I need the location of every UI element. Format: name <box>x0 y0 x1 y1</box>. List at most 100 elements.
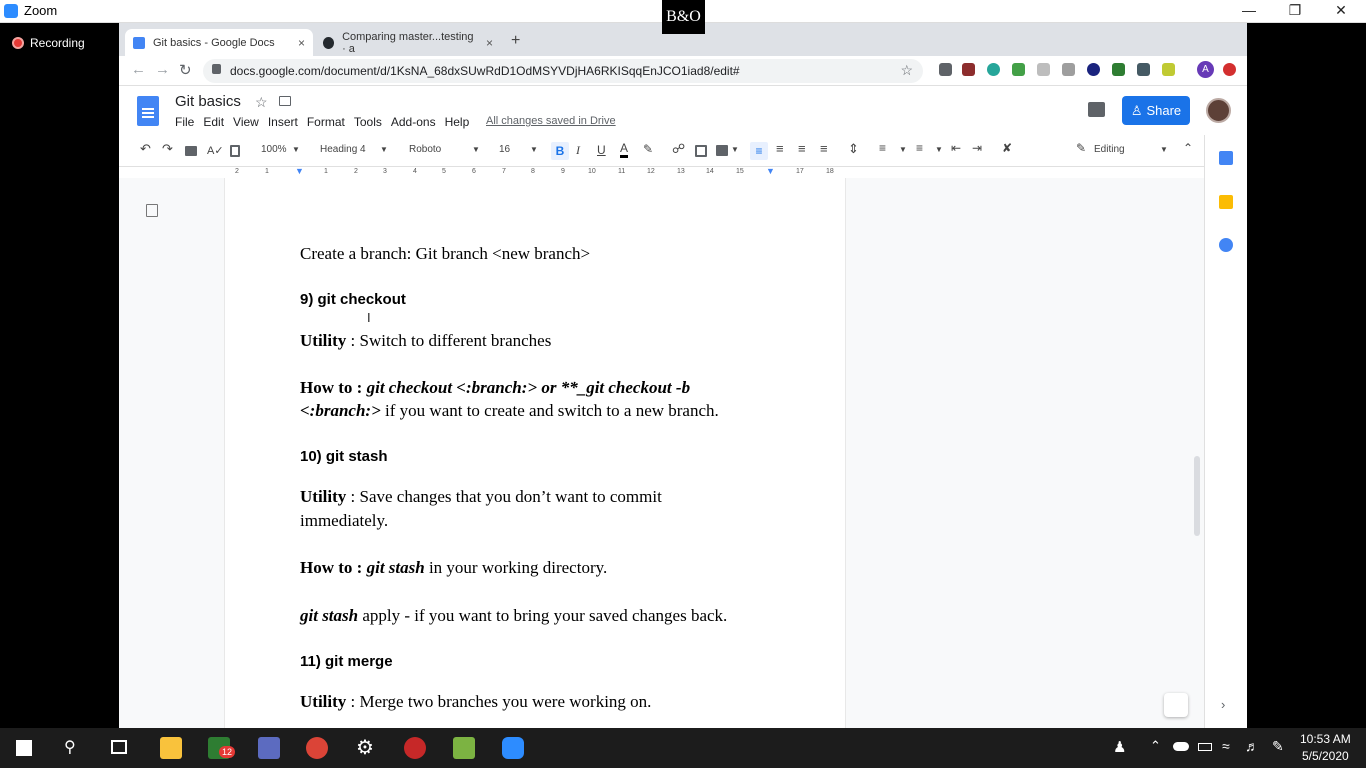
link-icon[interactable]: ☍ <box>672 141 685 156</box>
bulleted-list-icon[interactable]: ≡ <box>916 141 923 155</box>
undo-icon[interactable]: ↶ <box>140 141 151 156</box>
explore-button[interactable] <box>1164 693 1188 717</box>
menu-view[interactable]: View <box>233 115 259 129</box>
insert-image-icon[interactable] <box>716 145 728 156</box>
line-spacing-icon[interactable]: ⇕ <box>848 141 859 156</box>
align-center-icon[interactable]: ≡ <box>776 141 784 156</box>
menu-edit[interactable]: Edit <box>203 115 224 129</box>
keep-icon[interactable] <box>1219 195 1233 209</box>
extension-icon[interactable] <box>987 63 1000 76</box>
clock[interactable]: 10:53 AM 5/5/2020 <box>1300 731 1351 765</box>
menu-file[interactable]: File <box>175 115 194 129</box>
increase-indent-icon[interactable]: ⇥ <box>972 141 982 155</box>
network-app-icon[interactable] <box>258 737 280 759</box>
document-outline-icon[interactable] <box>146 204 158 217</box>
windows-start-icon[interactable] <box>16 740 32 756</box>
tab-git-basics[interactable]: Git basics - Google Docs × <box>125 29 313 56</box>
document-title[interactable]: Git basics <box>175 93 241 110</box>
move-to-folder-icon[interactable] <box>279 96 291 106</box>
bold-button[interactable]: B <box>551 142 569 160</box>
back-icon[interactable]: ← <box>131 61 146 78</box>
document-page[interactable]: Create a branch: Git branch <new branch>… <box>224 178 846 728</box>
tab-close-icon[interactable]: × <box>486 36 493 50</box>
chevron-up-icon[interactable]: ⌃ <box>1150 738 1161 754</box>
profile-avatar[interactable]: A <box>1197 61 1214 78</box>
close-icon[interactable]: ✕ <box>1326 2 1356 19</box>
battery-icon[interactable] <box>1198 743 1212 751</box>
print-icon[interactable] <box>185 146 197 156</box>
evernote-icon[interactable] <box>1012 63 1025 76</box>
extension-icon[interactable] <box>962 63 975 76</box>
underline-button[interactable]: U <box>597 143 606 157</box>
extension-icon[interactable] <box>1223 63 1236 76</box>
chevron-right-icon[interactable]: › <box>1221 697 1225 712</box>
extension-icon[interactable] <box>1037 63 1050 76</box>
font-size-select[interactable]: 16 <box>499 144 510 158</box>
tab-close-icon[interactable]: × <box>298 36 305 50</box>
paint-app-icon[interactable] <box>404 737 426 759</box>
restore-icon[interactable]: ❐ <box>1280 2 1310 19</box>
align-justify-icon[interactable]: ≡ <box>820 141 828 156</box>
chrome-icon[interactable] <box>306 737 328 759</box>
scrollbar-thumb[interactable] <box>1194 456 1200 536</box>
italic-button[interactable]: I <box>576 143 580 157</box>
right-indent-marker-icon[interactable]: ▼ <box>766 166 775 176</box>
font-select[interactable]: Roboto <box>409 144 441 158</box>
omnibox[interactable]: docs.google.com/document/d/1KsNA_68dxSUw… <box>203 59 923 83</box>
save-status[interactable]: All changes saved in Drive <box>486 115 616 127</box>
menu-help[interactable]: Help <box>445 115 470 129</box>
user-avatar[interactable] <box>1206 98 1231 123</box>
extension-icon[interactable] <box>939 63 952 76</box>
menu-tools[interactable]: Tools <box>354 115 382 129</box>
zoom-app-icon[interactable] <box>502 737 524 759</box>
pen-icon[interactable]: ✎ <box>1272 738 1284 755</box>
tab-comparing[interactable]: Comparing master...testing · a × <box>315 29 501 56</box>
tasks-icon[interactable] <box>1219 238 1233 252</box>
share-button[interactable]: ♙ Share <box>1122 96 1190 125</box>
beta-extension-icon[interactable] <box>1137 63 1150 76</box>
onedrive-icon[interactable] <box>1173 742 1189 751</box>
align-left-icon[interactable]: ≡ <box>750 142 768 160</box>
editing-mode-select[interactable]: Editing <box>1094 144 1125 158</box>
file-explorer-icon[interactable] <box>160 737 182 759</box>
menu-insert[interactable]: Insert <box>268 115 298 129</box>
bookmark-star-icon[interactable]: ☆ <box>900 62 913 79</box>
minimize-icon[interactable]: — <box>1234 2 1264 18</box>
indent-marker-icon[interactable]: ▼ <box>295 166 304 176</box>
comment-history-icon[interactable] <box>1088 102 1105 117</box>
volume-icon[interactable]: ♬ <box>1245 738 1259 754</box>
forward-icon[interactable]: → <box>155 61 170 78</box>
redo-icon[interactable]: ↷ <box>162 141 173 156</box>
collapse-menus-icon[interactable]: ⌃ <box>1183 141 1193 155</box>
extension-icon[interactable] <box>1112 63 1125 76</box>
search-icon[interactable]: ⚲ <box>64 737 76 757</box>
new-tab-button[interactable]: + <box>511 32 520 50</box>
style-select[interactable]: Heading 4 <box>320 144 366 158</box>
settings-gear-icon[interactable]: ⚙ <box>356 735 374 760</box>
extension-icon[interactable] <box>1162 63 1175 76</box>
clear-formatting-icon[interactable]: ✘ <box>1002 141 1012 155</box>
menu-addons[interactable]: Add-ons <box>391 115 436 129</box>
numbered-list-icon[interactable]: ≡ <box>879 141 886 155</box>
star-icon[interactable]: ☆ <box>255 94 268 111</box>
extension-icon[interactable] <box>1062 63 1075 76</box>
align-right-icon[interactable]: ≡ <box>798 141 806 156</box>
spellcheck-icon[interactable]: A✓ <box>207 144 224 158</box>
menu-format[interactable]: Format <box>307 115 345 129</box>
google-docs-logo-icon[interactable] <box>137 96 159 126</box>
spreadsheet-app-icon[interactable] <box>453 737 475 759</box>
ruler[interactable]: 2 1 ▼ 1 2 3 4 5 6 7 8 9 10 11 12 13 14 1… <box>223 166 843 178</box>
reload-icon[interactable]: ↻ <box>179 61 192 79</box>
wifi-icon[interactable]: ≈ <box>1222 738 1230 754</box>
paint-format-icon[interactable] <box>230 145 240 157</box>
zoom-select[interactable]: 100% <box>261 144 287 158</box>
calendar-icon[interactable] <box>1219 151 1233 165</box>
people-icon[interactable]: ♟ <box>1113 738 1126 756</box>
decrease-indent-icon[interactable]: ⇤ <box>951 141 961 155</box>
task-view-icon[interactable] <box>111 740 127 754</box>
recording-indicator[interactable]: Recording <box>12 36 85 50</box>
extension-icon[interactable] <box>1087 63 1100 76</box>
text-color-button[interactable]: A <box>620 141 629 158</box>
add-comment-icon[interactable] <box>695 145 707 157</box>
highlight-icon[interactable]: ✎ <box>643 142 653 156</box>
